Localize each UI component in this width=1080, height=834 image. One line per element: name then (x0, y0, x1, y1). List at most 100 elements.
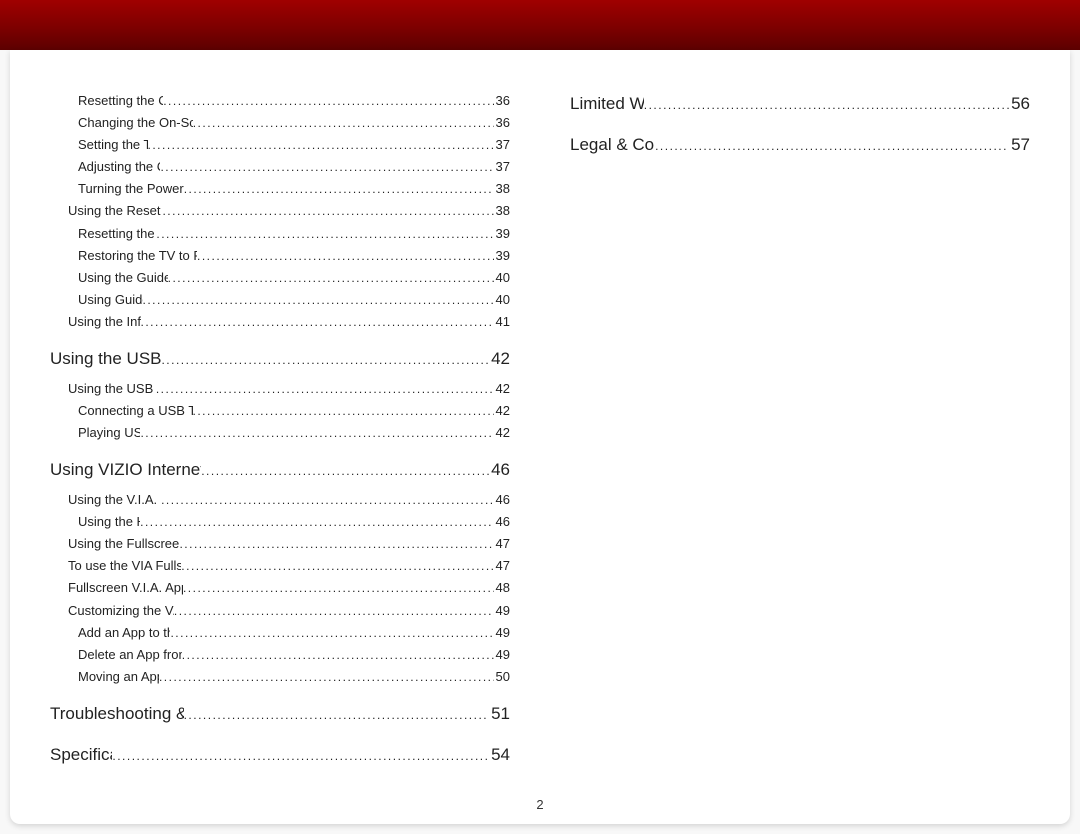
toc-dot-leader (168, 268, 494, 288)
toc-entry-title: Changing the On-Screen Menu Language (78, 112, 193, 134)
toc-dot-leader (170, 623, 493, 643)
toc-dot-leader (193, 113, 494, 133)
toc-entry-title: Limited Warranty (570, 90, 644, 119)
toc-entry[interactable]: Changing the On-Screen Menu Language 36 (50, 112, 510, 134)
toc-entry[interactable]: Using Guided Setup 40 (50, 289, 510, 311)
toc-entry[interactable]: Fullscreen V.I.A. Apps Window Overview48 (50, 577, 510, 599)
toc-entry-title: Using the USB Media Player (68, 378, 156, 400)
toc-entry-page: 46 (489, 456, 510, 485)
toc-entry-title: Restoring the TV to Factory Default Sett… (78, 245, 197, 267)
toc-dot-leader (161, 350, 489, 370)
page-number: 2 (10, 797, 1070, 812)
toc-entry-title: Using the Info Window (68, 311, 141, 333)
toc-entry-page: 40 (494, 289, 510, 311)
toc-entry-page: 36 (494, 112, 510, 134)
toc-entry[interactable]: Setting the Time Zone 37 (50, 134, 510, 156)
toc-entry[interactable]: Using the USB Media Player 42 (50, 378, 510, 400)
toc-entry[interactable]: Limited Warranty 56 (570, 90, 1030, 119)
toc-entry[interactable]: Resetting the Content Locks 36 (50, 90, 510, 112)
toc-entry-page: 36 (494, 90, 510, 112)
toc-dot-leader (163, 91, 493, 111)
toc-dot-leader (197, 246, 494, 266)
toc-entry[interactable]: Legal & Compliance57 (570, 131, 1030, 160)
toc-entry[interactable]: Restoring the TV to Factory Default Sett… (50, 245, 510, 267)
toc-entry[interactable]: Turning the Power Indicator On or Off 38 (50, 178, 510, 200)
toc-entry[interactable]: Resetting the TV Settings 39 (50, 223, 510, 245)
toc-dot-leader (162, 201, 493, 221)
toc-entry-page: 39 (494, 223, 510, 245)
toc-entry-page: 46 (494, 511, 510, 533)
toc-entry[interactable]: Using the Reset & Admin Menu38 (50, 200, 510, 222)
toc-entry-title: Resetting the Content Locks (78, 90, 163, 112)
toc-dot-leader (644, 95, 1009, 115)
toc-entry-title: Delete an App from the My Apps Tab (78, 644, 182, 666)
toc-dot-leader (655, 136, 1009, 156)
toc-dot-leader (174, 601, 494, 621)
toc-entry-page: 42 (489, 345, 510, 374)
header-banner (0, 0, 1080, 50)
toc-dot-leader (141, 312, 494, 332)
toc-entry[interactable]: Using VIZIO Internet Apps Plus™ (VIA Plu… (50, 456, 510, 485)
toc-entry[interactable]: Using the Hot Keys 46 (50, 511, 510, 533)
toc-dot-leader (156, 379, 494, 399)
toc-entry[interactable]: Delete an App from the My Apps Tab 49 (50, 644, 510, 666)
toc-entry[interactable]: Add an App to the My Apps Tab49 (50, 622, 510, 644)
page-sheet: Resetting the Content Locks36Changing th… (10, 50, 1070, 824)
toc-dot-leader (184, 705, 490, 725)
toc-dot-leader (143, 290, 494, 310)
toc-entry[interactable]: Moving an App in My Apps 50 (50, 666, 510, 688)
toc-dot-leader (140, 512, 493, 532)
toc-entry-title: Specifications (50, 741, 112, 770)
toc-entry[interactable]: Using the Guided Setup Menu 40 (50, 267, 510, 289)
toc-dot-leader (159, 667, 494, 687)
toc-entry-page: 38 (494, 178, 510, 200)
toc-entry-title: Resetting the TV Settings (78, 223, 156, 245)
toc-dot-leader (112, 746, 489, 766)
toc-entry-title: Using the Hot Keys (78, 511, 140, 533)
toc-entry-title: Using VIZIO Internet Apps Plus™ (VIA Plu… (50, 456, 201, 485)
toc-entry-page: 50 (494, 666, 510, 688)
toc-entry-title: Using the USB Media Player (50, 345, 161, 374)
toc-entry-page: 57 (1009, 131, 1030, 160)
toc-entry-title: Adjusting the CEC Settings (78, 156, 160, 178)
toc-entry[interactable]: To use the VIA Fullscreen apps window:47 (50, 555, 510, 577)
toc-entry-page: 54 (489, 741, 510, 770)
toc-entry[interactable]: Troubleshooting & Technical Support51 (50, 700, 510, 729)
toc-entry-page: 37 (494, 156, 510, 178)
toc-entry-page: 49 (494, 622, 510, 644)
toc-entry-page: 49 (494, 600, 510, 622)
toc-entry[interactable]: Customizing the V.I.A. Apps Window49 (50, 600, 510, 622)
toc-dot-leader (179, 534, 493, 554)
toc-entry-title: Using Guided Setup (78, 289, 143, 311)
toc-entry[interactable]: Using the V.I.A. Plus App Dock46 (50, 489, 510, 511)
toc-entry-title: Using the Fullscreen VIA Apps Window (68, 533, 179, 555)
toc-entry[interactable]: Using the USB Media Player 42 (50, 345, 510, 374)
toc-entry-page: 41 (494, 311, 510, 333)
toc-dot-leader (182, 645, 494, 665)
toc-entry-title: Playing USB Media (78, 422, 140, 444)
toc-column-right: Limited Warranty 56 Legal & Compliance57 (570, 90, 1030, 794)
toc-entry[interactable]: Adjusting the CEC Settings 37 (50, 156, 510, 178)
toc-entry-page: 56 (1009, 90, 1030, 119)
toc-entry-title: Setting the Time Zone (78, 134, 148, 156)
toc-dot-leader (183, 578, 494, 598)
toc-entry-page: 40 (494, 267, 510, 289)
toc-entry-title: Fullscreen V.I.A. Apps Window Overview (68, 577, 183, 599)
toc-dot-leader (140, 423, 493, 443)
toc-entry[interactable]: Specifications 54 (50, 741, 510, 770)
toc-entry[interactable]: Using the Info Window 41 (50, 311, 510, 333)
toc-dot-leader (161, 490, 493, 510)
toc-entry[interactable]: Playing USB Media42 (50, 422, 510, 444)
toc-entry-page: 49 (494, 644, 510, 666)
toc-entry-page: 42 (494, 400, 510, 422)
toc-entry-page: 37 (494, 134, 510, 156)
toc-entry-title: Moving an App in My Apps (78, 666, 159, 688)
toc-entry-title: Using the Guided Setup Menu (78, 267, 168, 289)
toc-dot-leader (201, 461, 489, 481)
toc-entry-page: 42 (494, 378, 510, 400)
toc-entry[interactable]: Using the Fullscreen VIA Apps Window47 (50, 533, 510, 555)
toc-entry[interactable]: Connecting a USB Thumb Drive to the TV42 (50, 400, 510, 422)
toc-dot-leader (156, 224, 493, 244)
toc-dot-leader (184, 179, 494, 199)
toc-entry-title: Turning the Power Indicator On or Off (78, 178, 184, 200)
